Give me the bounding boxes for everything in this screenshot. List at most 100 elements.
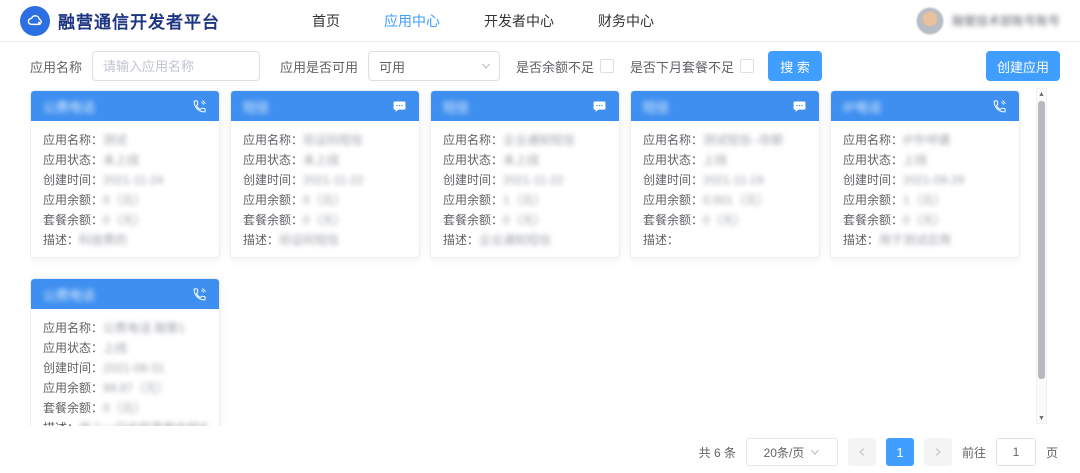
card-field: 应用名称：公费电话 融管1 xyxy=(43,318,207,338)
next-page-button[interactable] xyxy=(924,438,952,466)
field-value: 0（元） xyxy=(103,190,146,210)
field-value: 未上线 xyxy=(103,150,139,170)
goto-page-input[interactable] xyxy=(996,438,1036,466)
card-field: 套餐余额：0（元） xyxy=(843,210,1007,230)
field-label: 应用余额： xyxy=(843,190,903,210)
field-label: 套餐余额： xyxy=(243,210,303,230)
field-label: 创建时间： xyxy=(643,170,703,190)
availability-label: 应用是否可用 xyxy=(280,57,358,76)
vertical-scrollbar[interactable]: ▲ ▼ xyxy=(1036,88,1047,424)
app-card[interactable]: 公费电话 应用名称：测试应用状态：未上线创建时间：2021-11-24应用余额：… xyxy=(30,90,220,258)
app-card[interactable]: 短信 应用名称：测试短信--存额应用状态：上线创建时间：2021-11-19应用… xyxy=(630,90,820,258)
availability-select[interactable]: 可用 xyxy=(368,51,500,81)
card-field: 应用名称：测试 xyxy=(43,130,207,150)
app-card-body: 应用名称：企业通知短信应用状态：未上线创建时间：2021-11-22应用余额：1… xyxy=(431,121,619,258)
card-field: 描述：用于测试应用 xyxy=(843,230,1007,250)
phone-call-icon xyxy=(191,286,207,302)
app-card-header: 短信 xyxy=(231,91,419,121)
field-label: 创建时间： xyxy=(243,170,303,190)
field-label: 创建时间： xyxy=(43,358,103,378)
nav-home[interactable]: 首页 xyxy=(312,11,340,31)
user-avatar[interactable] xyxy=(916,7,944,35)
field-value: 验证码短信 xyxy=(279,230,339,250)
low-balance-checkbox[interactable] xyxy=(600,59,614,73)
user-account[interactable]: 融管技术部账号账号 xyxy=(916,7,1060,35)
app-name-input[interactable] xyxy=(92,51,260,81)
field-value: 2021-11-22 xyxy=(303,170,364,190)
card-field: 描述： xyxy=(643,230,807,250)
card-field: 描述：供上一只中局西南中部中西部地区使用 xyxy=(43,418,207,426)
field-value: 0（元） xyxy=(903,210,946,230)
prev-page-button[interactable] xyxy=(848,438,876,466)
field-value: 0（元） xyxy=(303,210,346,230)
card-field: 套餐余额：0（元） xyxy=(243,210,407,230)
app-card-body: 应用名称：测试应用状态：未上线创建时间：2021-11-24应用余额：0（元）套… xyxy=(31,121,219,258)
field-label: 应用余额： xyxy=(43,190,103,210)
field-label: 应用名称： xyxy=(443,130,503,150)
field-label: 应用状态： xyxy=(43,338,103,358)
app-card-title: 短信 xyxy=(643,97,791,116)
field-value: IP外呼建 xyxy=(903,130,950,150)
nav-app-center[interactable]: 应用中心 xyxy=(384,11,440,31)
card-field: 应用名称：验证码短信 xyxy=(243,130,407,150)
page-size-value: 20条/页 xyxy=(764,444,805,461)
card-field: 描述：验证码短信 xyxy=(243,230,407,250)
field-value: 上线 xyxy=(103,338,127,358)
field-label: 应用状态： xyxy=(843,150,903,170)
card-field: 应用名称：企业通知短信 xyxy=(443,130,607,150)
app-card-header: 短信 xyxy=(431,91,619,121)
app-card[interactable]: 公费电话 应用名称：公费电话 融管1应用状态：上线创建时间：2021-08-31… xyxy=(30,278,220,426)
card-field: 应用状态：未上线 xyxy=(443,150,607,170)
card-field: 应用余额：1（元） xyxy=(443,190,607,210)
card-field: 应用状态：未上线 xyxy=(243,150,407,170)
field-value: 0（元） xyxy=(303,190,346,210)
field-value: 企业通知短信 xyxy=(503,130,575,150)
nav-developer-center[interactable]: 开发者中心 xyxy=(484,11,554,31)
app-card[interactable]: IP电话 应用名称：IP外呼建应用状态：上线创建时间：2021-09-29应用余… xyxy=(830,90,1020,258)
field-label: 描述： xyxy=(43,418,79,426)
message-icon xyxy=(591,98,607,114)
card-field: 应用余额：1（元） xyxy=(843,190,1007,210)
search-button[interactable]: 搜 索 xyxy=(768,51,822,81)
scrollbar-thumb[interactable] xyxy=(1038,101,1045,379)
nav-finance-center[interactable]: 财务中心 xyxy=(598,11,654,31)
field-value: 上线 xyxy=(703,150,727,170)
chevron-down-icon xyxy=(810,447,820,457)
filter-bar: 应用名称 应用是否可用 可用 是否余额不足 是否下月套餐不足 搜 索 创建应用 xyxy=(0,44,1080,88)
field-label: 描述： xyxy=(643,230,679,250)
card-field: 应用状态：上线 xyxy=(843,150,1007,170)
app-name-label: 应用名称 xyxy=(30,57,82,76)
field-value: 企业通知短信 xyxy=(479,230,551,250)
field-value: 1（元） xyxy=(503,190,546,210)
low-package-checkbox[interactable] xyxy=(740,59,754,73)
create-app-button[interactable]: 创建应用 xyxy=(986,51,1060,81)
app-card-title: 公费电话 xyxy=(43,97,191,116)
user-name: 融管技术部账号账号 xyxy=(952,12,1060,29)
brand-logo xyxy=(20,6,50,36)
scroll-up-arrow-icon[interactable]: ▲ xyxy=(1037,89,1046,99)
card-field: 创建时间：2021-11-22 xyxy=(443,170,607,190)
scroll-down-arrow-icon[interactable]: ▼ xyxy=(1037,413,1046,423)
field-value: 上线 xyxy=(903,150,927,170)
app-card-body: 应用名称：IP外呼建应用状态：上线创建时间：2021-09-29应用余额：1（元… xyxy=(831,121,1019,258)
availability-select-value: 可用 xyxy=(379,57,481,76)
app-card-header: 短信 xyxy=(631,91,819,121)
field-label: 应用状态： xyxy=(43,150,103,170)
page-size-select[interactable]: 20条/页 xyxy=(746,438,838,466)
message-icon xyxy=(391,98,407,114)
field-label: 套餐余额： xyxy=(643,210,703,230)
field-label: 创建时间： xyxy=(843,170,903,190)
field-value: 2021-09-29 xyxy=(903,170,964,190)
pagination: 共 6 条 20条/页 1 前往 页 xyxy=(699,438,1058,466)
card-field: 应用余额：0（元） xyxy=(243,190,407,210)
low-package-label: 是否下月套餐不足 xyxy=(630,57,734,76)
card-field: 套餐余额：0（元） xyxy=(43,398,207,418)
field-value: 2021-08-31 xyxy=(103,358,164,378)
app-card[interactable]: 短信 应用名称：企业通知短信应用状态：未上线创建时间：2021-11-22应用余… xyxy=(430,90,620,258)
current-page-button[interactable]: 1 xyxy=(886,438,914,466)
card-field: 套餐余额：0（元） xyxy=(643,210,807,230)
app-card[interactable]: 短信 应用名称：验证码短信应用状态：未上线创建时间：2021-11-22应用余额… xyxy=(230,90,420,258)
card-field: 套餐余额：0（元） xyxy=(443,210,607,230)
card-field: 应用状态：未上线 xyxy=(43,150,207,170)
field-label: 应用余额： xyxy=(43,378,103,398)
